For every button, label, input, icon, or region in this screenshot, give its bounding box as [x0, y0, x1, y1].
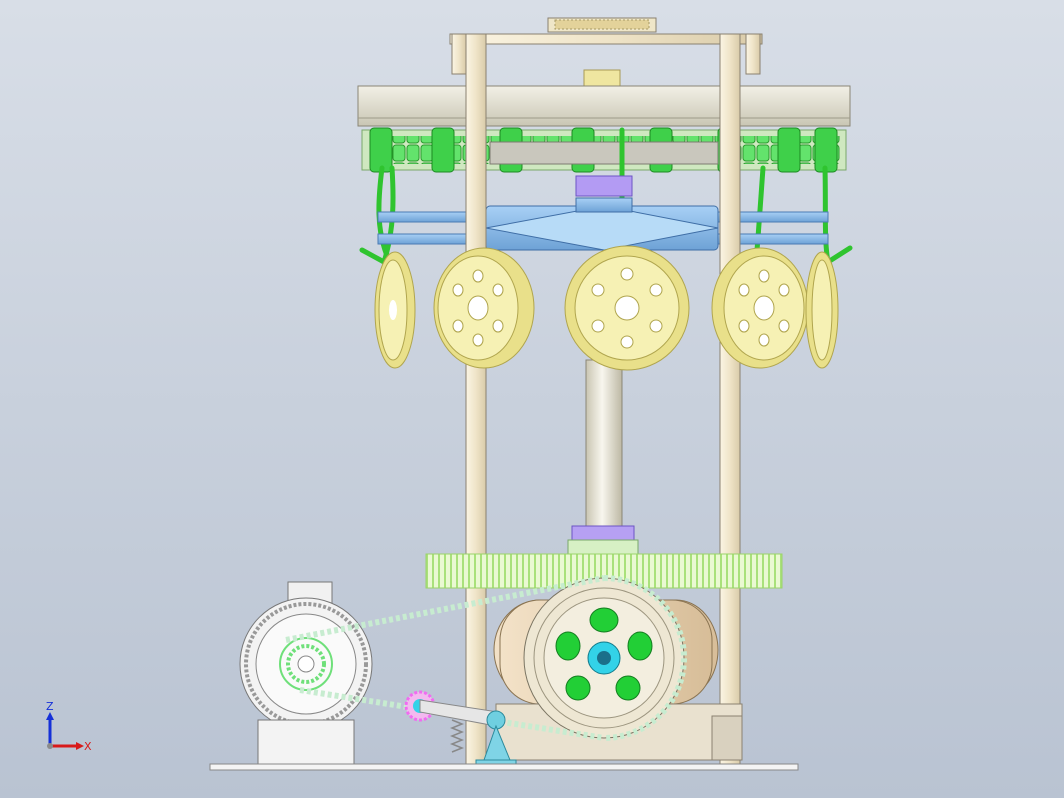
- central-shaft: [567, 359, 639, 555]
- frame-post-left: [465, 33, 487, 765]
- hanging-gear-1: [374, 251, 416, 369]
- driven-pulley: [523, 577, 685, 739]
- assembly-drawing: Z X: [46, 17, 853, 771]
- upper-frame-beam: [449, 33, 763, 75]
- frame-post-right: [719, 33, 741, 765]
- base-plate: [209, 763, 799, 771]
- hanging-gear-2: [433, 247, 535, 369]
- hanging-gear-4: [711, 247, 809, 369]
- shaft-collar-upper: [575, 175, 633, 197]
- top-bracket: [547, 17, 657, 33]
- electric-motor: [239, 581, 373, 769]
- chain-support-plate: [489, 141, 719, 165]
- hanging-gear-5: [805, 251, 839, 369]
- axis-triad: Z X: [46, 700, 92, 753]
- cad-viewport[interactable]: Z X: [0, 0, 1064, 798]
- rotary-disc: [357, 85, 851, 127]
- triad-x-label: X: [84, 740, 92, 753]
- triad-z-label: Z: [46, 700, 54, 713]
- hanging-gear-3: [564, 245, 690, 371]
